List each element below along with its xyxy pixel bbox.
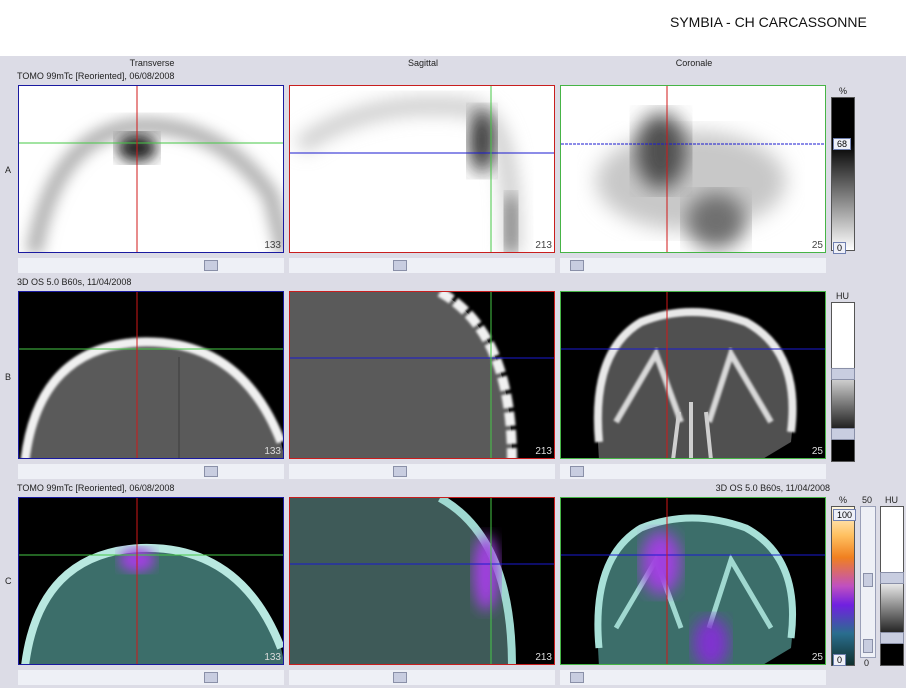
window-handle-bottom-b[interactable] <box>831 428 855 440</box>
slice-slider-a-sagittal[interactable] <box>289 258 555 273</box>
scale-value-a[interactable]: 68 <box>833 138 852 150</box>
scale-min-a[interactable]: 0 <box>833 242 847 254</box>
window-handle-top-c[interactable] <box>880 572 904 584</box>
slice-slider-b-sagittal[interactable] <box>289 464 555 479</box>
scale-unit-hu-c: HU <box>885 495 898 505</box>
slider-thumb[interactable] <box>204 466 218 477</box>
series-label-fusion-ct: 3D OS 5.0 B60s, 11/04/2008 <box>715 483 830 493</box>
spect-sagittal-image <box>290 86 554 252</box>
slider-thumb[interactable] <box>393 672 407 683</box>
slice-number-b-sagittal: 213 <box>535 446 552 457</box>
slice-number-sagittal: 213 <box>535 240 552 251</box>
slice-number-c-coronale: 25 <box>811 652 823 663</box>
slice-slider-a-transverse[interactable] <box>18 258 284 273</box>
slider-thumb[interactable] <box>204 672 218 683</box>
fusion-transverse-image <box>19 498 283 664</box>
scale-unit-percent-a: % <box>839 86 848 96</box>
viewport-b-transverse[interactable]: 133 <box>18 291 284 459</box>
slice-number-c-sagittal: 213 <box>535 652 552 663</box>
viewport-a-sagittal[interactable]: 213 <box>289 85 555 253</box>
viewport-c-sagittal[interactable]: 213 <box>289 497 555 665</box>
ct-transverse-image <box>19 292 283 458</box>
fusion-coronale-image <box>561 498 825 664</box>
color-scale-bar-c <box>831 506 855 666</box>
slice-slider-b-coronale[interactable] <box>560 464 826 479</box>
window-handle-bottom-c[interactable] <box>880 632 904 644</box>
blend-slider-thumb[interactable] <box>863 573 873 587</box>
row-label-b: B <box>5 372 12 382</box>
scale-unit-hu-b: HU <box>836 291 849 301</box>
blend-zero-label: 0 <box>864 658 870 668</box>
hospital-name: SYMBIA - CH CARCASSONNE <box>670 14 867 30</box>
title-bar: SYMBIA - CH CARCASSONNE <box>0 0 906 56</box>
slice-slider-a-coronale[interactable] <box>560 258 826 273</box>
ct-coronale-image <box>561 292 825 458</box>
blend-slider-thumb-lower[interactable] <box>863 639 873 653</box>
blend-slider-track[interactable] <box>860 506 876 658</box>
slice-slider-c-coronale[interactable] <box>560 670 826 685</box>
viewport-b-sagittal[interactable]: 213 <box>289 291 555 459</box>
slider-thumb[interactable] <box>393 260 407 271</box>
column-header-sagittal: Sagittal <box>407 58 439 68</box>
slice-slider-c-transverse[interactable] <box>18 670 284 685</box>
slider-thumb[interactable] <box>393 466 407 477</box>
series-label-fusion-tomo: TOMO 99mTc [Reoriented], 06/08/2008 <box>17 483 175 493</box>
slice-number-coronale: 25 <box>811 240 823 251</box>
window-handle-top-b[interactable] <box>831 368 855 380</box>
slice-number-transverse: 133 <box>264 240 281 251</box>
series-label-ct: 3D OS 5.0 B60s, 11/04/2008 <box>17 277 132 287</box>
ct-sagittal-image <box>290 292 554 458</box>
column-header-transverse: Transverse <box>129 58 175 68</box>
slice-number-c-transverse: 133 <box>264 652 281 663</box>
column-header-coronale: Coronale <box>675 58 713 68</box>
viewport-c-transverse[interactable]: 133 <box>18 497 284 665</box>
viewport-c-coronale[interactable]: 25 <box>560 497 826 665</box>
viewport-b-coronale[interactable]: 25 <box>560 291 826 459</box>
slice-slider-c-sagittal[interactable] <box>289 670 555 685</box>
slider-thumb[interactable] <box>204 260 218 271</box>
row-label-a: A <box>5 165 12 175</box>
series-label-tomo: TOMO 99mTc [Reoriented], 06/08/2008 <box>17 71 175 81</box>
gray-scale-bar-a <box>831 97 855 251</box>
blend-value-label: 50 <box>862 495 873 505</box>
slice-slider-b-transverse[interactable] <box>18 464 284 479</box>
fusion-sagittal-image <box>290 498 554 664</box>
slice-number-b-coronale: 25 <box>811 446 823 457</box>
slice-number-b-transverse: 133 <box>264 446 281 457</box>
slider-thumb[interactable] <box>570 672 584 683</box>
slider-thumb[interactable] <box>570 466 584 477</box>
spect-coronale-image <box>561 86 825 252</box>
spect-transverse-image <box>19 86 283 252</box>
slider-thumb[interactable] <box>570 260 584 271</box>
viewport-a-coronale[interactable]: 25 <box>560 85 826 253</box>
viewport-a-transverse[interactable]: 133 <box>18 85 284 253</box>
scale-max-c[interactable]: 100 <box>833 509 857 521</box>
row-label-c: C <box>5 576 12 586</box>
scale-min-c[interactable]: 0 <box>833 654 847 666</box>
scale-unit-percent-c: % <box>839 495 848 505</box>
